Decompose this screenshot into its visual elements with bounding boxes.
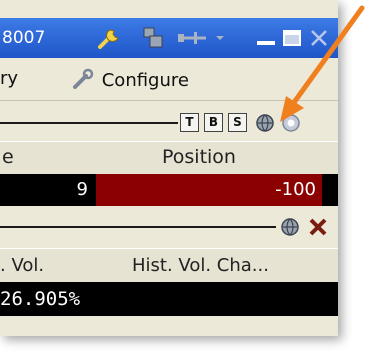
annotation-arrow bbox=[280, 5, 365, 122]
